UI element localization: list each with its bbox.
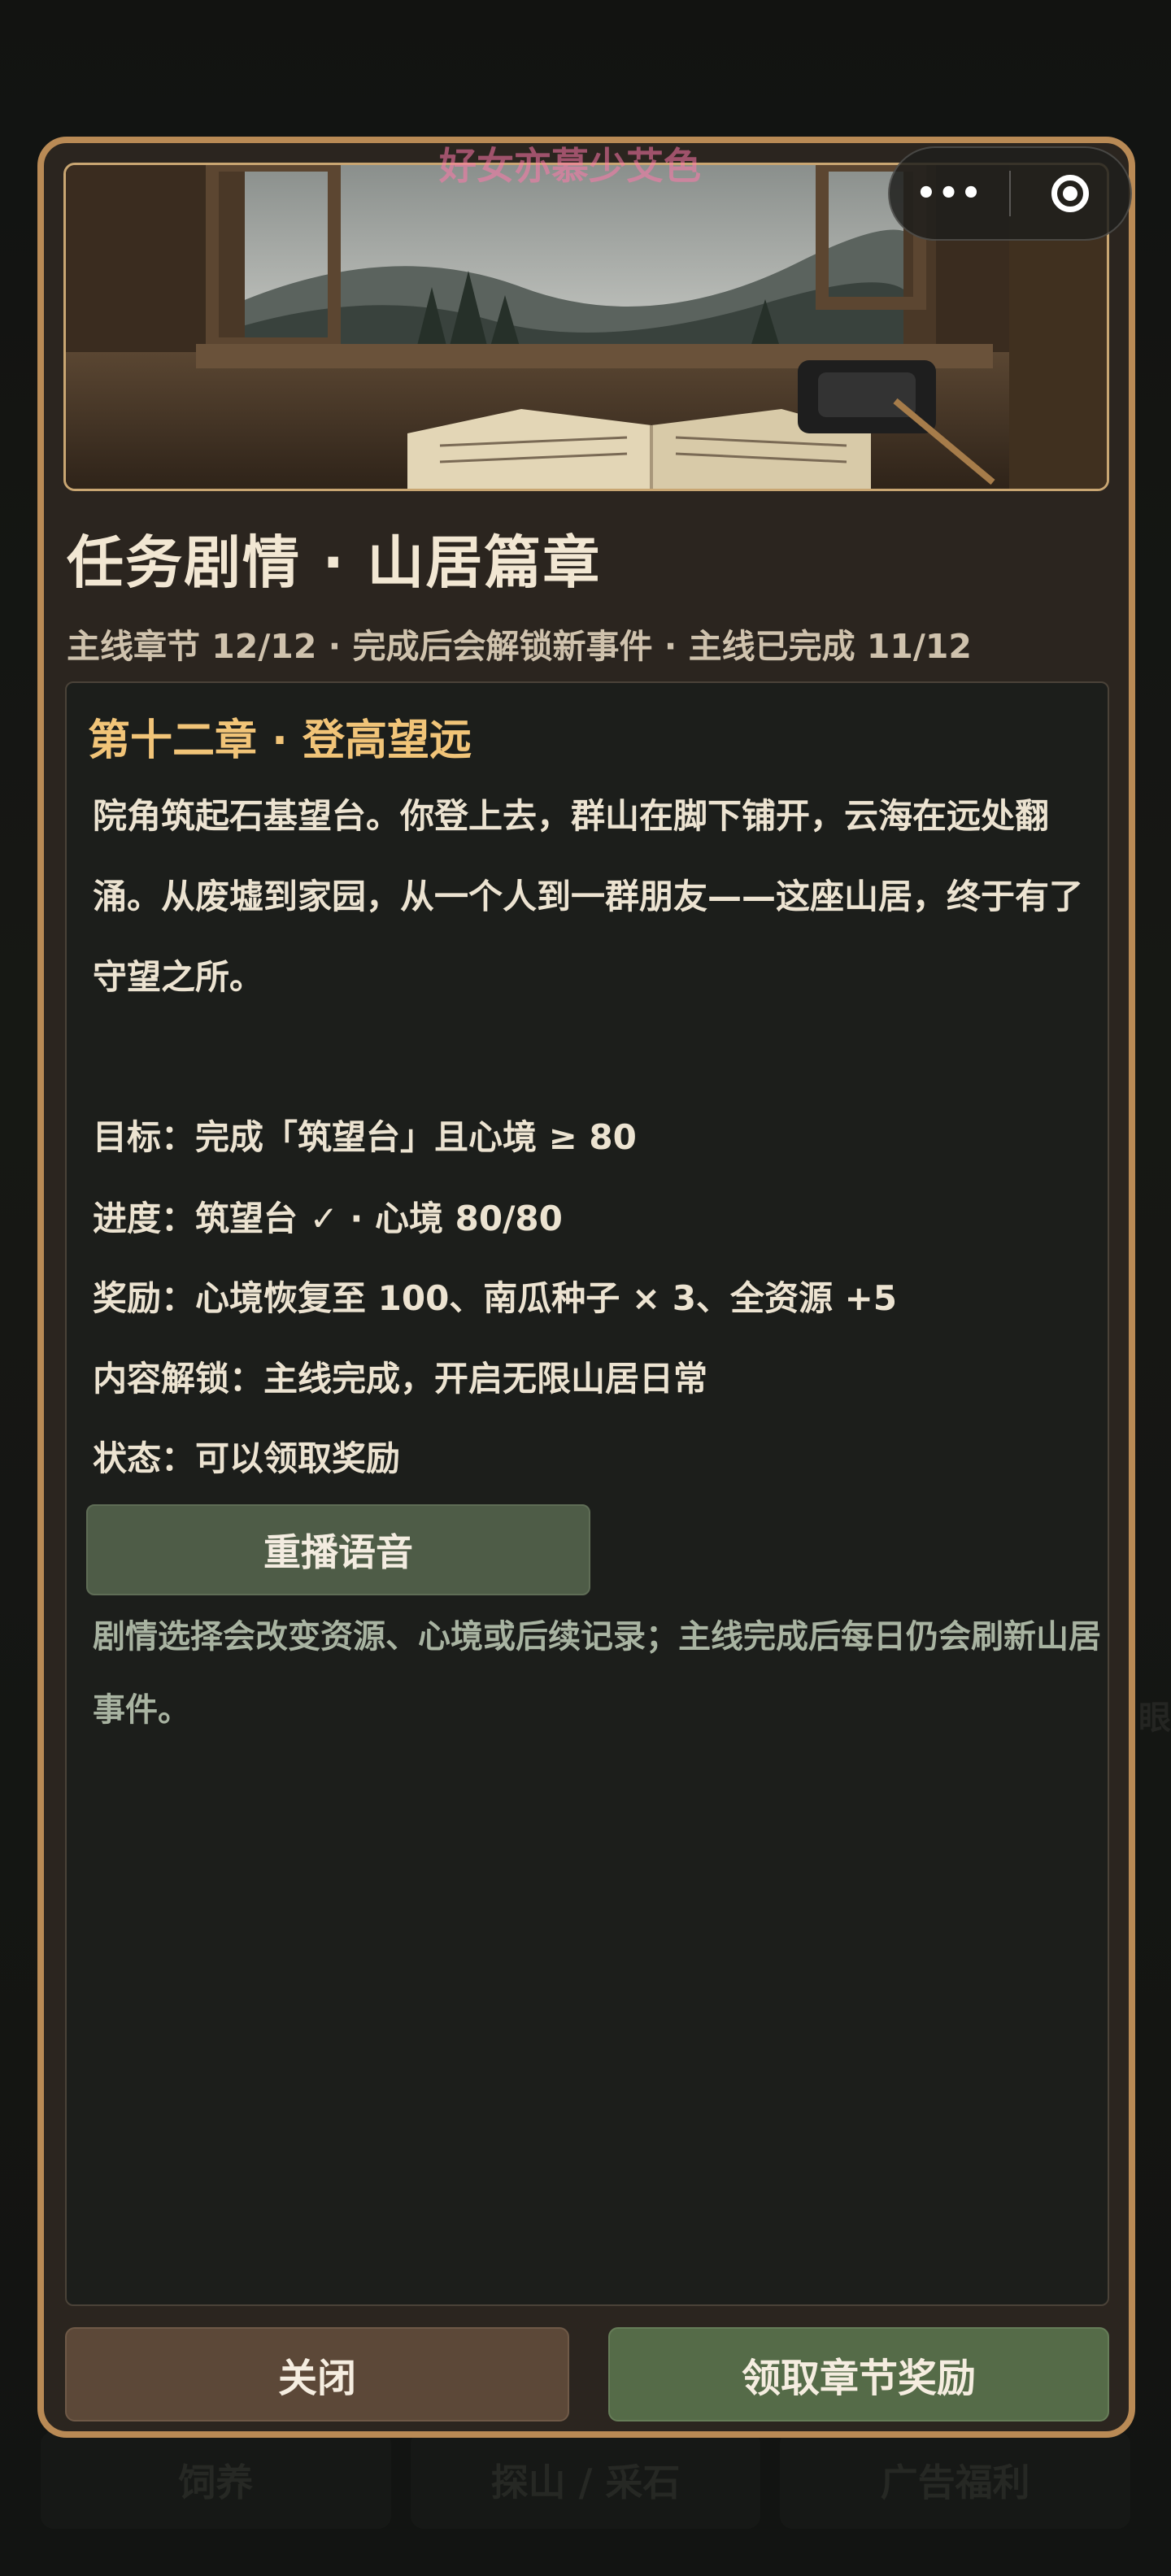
unlock-text: 内容解锁：主线完成，开启无限山居日常 bbox=[93, 1359, 708, 1399]
chapter-title: 第十二章 · 登高望远 bbox=[88, 716, 472, 765]
reward-text: 奖励：心境恢复至 100、南瓜种子 × 3、全资源 +5 bbox=[93, 1278, 897, 1318]
story-text: 院角筑起石基望台。你登上去，群山在脚下铺开，云海在远处翻涌。从废墟到家园，从一个… bbox=[93, 796, 1084, 997]
replay-voice-button[interactable]: 重播语音 bbox=[86, 1504, 590, 1595]
goal-text: 目标：完成「筑望台」且心境 ≥ 80 bbox=[93, 1117, 637, 1157]
claim-reward-button[interactable]: 领取章节奖励 bbox=[608, 2327, 1109, 2422]
modal-title: 任务剧情 · 山居篇章 bbox=[67, 529, 602, 596]
watermark: 好女亦慕少艾色 bbox=[439, 144, 701, 188]
close-miniprogram-icon[interactable] bbox=[1011, 175, 1130, 212]
progress-text: 进度：筑望台 ✓ · 心境 80/80 bbox=[93, 1199, 563, 1238]
story-content-panel: 第十二章 · 登高望远 院角筑起石基望台。你登上去，群山在脚下铺开，云海在远处翻… bbox=[65, 681, 1109, 2306]
miniprogram-capsule: ••• bbox=[888, 146, 1132, 241]
tip-text: 剧情选择会改变资源、心境或后续记录；主线完成后每日仍会刷新山居事件。 bbox=[93, 1618, 1101, 1729]
more-menu-icon[interactable]: ••• bbox=[890, 175, 1009, 212]
status-text: 状态：可以领取奖励 bbox=[93, 1438, 401, 1478]
story-modal: 任务剧情 · 山居篇章 主线章节 12/12 · 完成后会解锁新事件 · 主线已… bbox=[37, 137, 1135, 2438]
close-button[interactable]: 关闭 bbox=[65, 2327, 569, 2422]
modal-subtitle: 主线章节 12/12 · 完成后会解锁新事件 · 主线已完成 11/12 bbox=[67, 627, 972, 666]
